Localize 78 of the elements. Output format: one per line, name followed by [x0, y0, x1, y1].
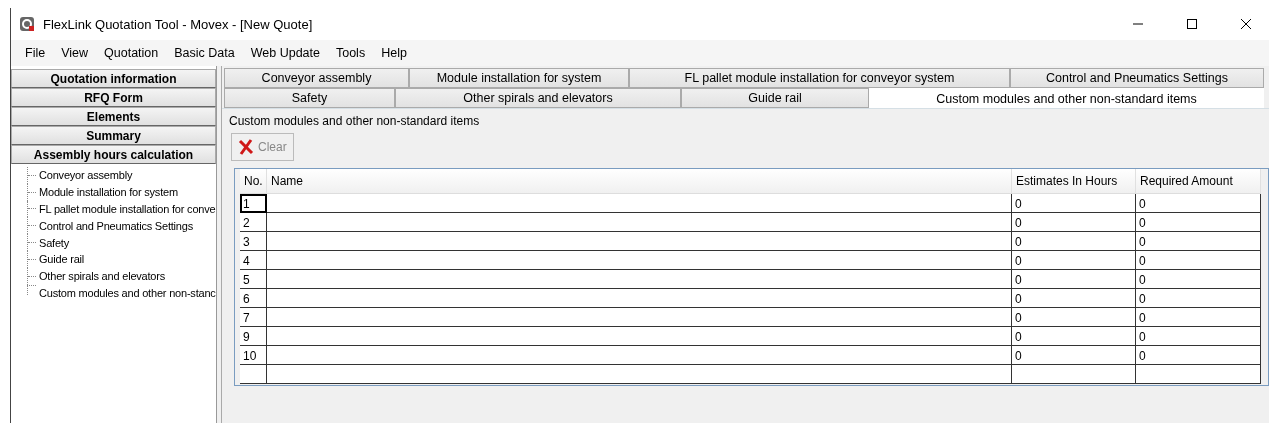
table-cell: 0 — [1012, 232, 1136, 251]
row-number-cell[interactable]: 5 — [240, 270, 267, 289]
tab[interactable]: Custom modules and other non-standard items — [869, 88, 1264, 110]
nav-section-button[interactable]: Elements — [11, 107, 216, 126]
new-row-amount-cell[interactable] — [1136, 365, 1261, 384]
menu-item[interactable]: Tools — [327, 43, 374, 63]
nav-section-button[interactable]: RFQ Form — [11, 88, 216, 107]
column-header: Estimates In Hours — [1012, 169, 1136, 194]
table-cell: 0 — [1012, 194, 1136, 213]
nav-section-button[interactable]: Assembly hours calculation — [11, 145, 216, 164]
name-cell[interactable] — [267, 251, 1012, 270]
tab[interactable]: Control and Pneumatics Settings — [1010, 68, 1264, 88]
table-cell: 0 — [1012, 289, 1136, 308]
table-cell: 0 — [1012, 308, 1136, 327]
column-header: No. — [240, 169, 267, 194]
new-row-number-cell[interactable] — [240, 365, 267, 384]
row-number-cell[interactable]: 9 — [240, 327, 267, 346]
tree-item[interactable]: Safety — [39, 236, 69, 249]
nav-section-button[interactable]: Summary — [11, 126, 216, 145]
menu-item[interactable]: Basic Data — [166, 43, 243, 63]
table-cell: 0 — [1012, 327, 1136, 346]
table-cell: 0 — [1136, 289, 1261, 308]
window-title: FlexLink Quotation Tool - Movex - [New Quote] — [43, 16, 314, 32]
row-number-cell[interactable]: 7 — [240, 308, 267, 327]
row-number-cell[interactable]: 1 — [240, 194, 267, 213]
tree-item[interactable]: Guide rail — [39, 253, 85, 266]
name-cell[interactable] — [267, 289, 1012, 308]
table-cell: 0 — [1012, 251, 1136, 270]
menu-item[interactable]: View — [53, 43, 97, 63]
table-cell: 0 — [1136, 308, 1261, 327]
table-cell: 0 — [1136, 251, 1261, 270]
menu-item[interactable]: Web Update — [242, 43, 328, 63]
tree-item[interactable]: FL pallet module installation for conve — [39, 203, 216, 215]
table-cell: 0 — [1136, 194, 1261, 213]
column-header: Required Amount — [1136, 169, 1261, 194]
table-cell: 0 — [1012, 270, 1136, 289]
close-icon — [1240, 18, 1252, 30]
table-cell: 0 — [1136, 270, 1261, 289]
table-cell: 0 — [1012, 213, 1136, 232]
tab[interactable]: Other spirals and elevators — [395, 88, 681, 108]
tab[interactable]: Safety — [224, 88, 395, 108]
menu-item[interactable]: File — [17, 43, 54, 63]
table-cell: 0 — [1136, 327, 1261, 346]
maximize-icon — [1186, 18, 1198, 30]
tree-item[interactable]: Other spirals and elevators — [39, 270, 166, 283]
row-number-cell[interactable]: 3 — [240, 232, 267, 251]
row-number-cell[interactable]: 2 — [240, 213, 267, 232]
name-cell[interactable] — [267, 232, 1012, 251]
tab[interactable]: Guide rail — [681, 88, 869, 108]
row-number-cell[interactable]: 10 — [240, 346, 267, 365]
tab[interactable]: FL pallet module installation for conveyor system — [629, 68, 1010, 88]
tree-item[interactable]: Control and Pneumatics Settings — [39, 219, 193, 232]
menu-item[interactable]: Quotation — [96, 43, 167, 63]
table-cell: 0 — [1012, 346, 1136, 365]
name-cell[interactable] — [267, 308, 1012, 327]
row-number-cell[interactable]: 6 — [240, 289, 267, 308]
name-cell[interactable] — [267, 213, 1012, 232]
new-row-name-cell[interactable] — [267, 365, 1012, 384]
name-cell[interactable] — [267, 270, 1012, 289]
name-cell[interactable] — [267, 327, 1012, 346]
nav-section-button[interactable]: Quotation information — [11, 69, 216, 88]
menu-item[interactable]: Help — [373, 43, 415, 63]
app-logo-icon — [19, 16, 35, 32]
tree-item[interactable]: Module installation for system — [39, 186, 178, 199]
table-cell: 0 — [1136, 232, 1261, 251]
row-number-cell[interactable]: 4 — [240, 251, 267, 270]
table-cell: 0 — [1136, 346, 1261, 365]
group-title: Custom modules and other non-standard items — [229, 114, 481, 128]
tree-item[interactable]: Conveyor assembly — [39, 169, 133, 182]
tree-item[interactable]: Custom modules and other non-stanc — [39, 286, 216, 299]
tab[interactable]: Module installation for system — [409, 68, 629, 88]
tab[interactable]: Conveyor assembly — [224, 68, 409, 88]
new-row-hours-cell[interactable] — [1012, 365, 1136, 384]
name-cell[interactable] — [267, 346, 1012, 365]
table-cell: 0 — [1136, 213, 1261, 232]
name-cell[interactable] — [267, 194, 1012, 213]
cross-icon — [238, 139, 254, 155]
column-header: Name — [267, 169, 1012, 194]
